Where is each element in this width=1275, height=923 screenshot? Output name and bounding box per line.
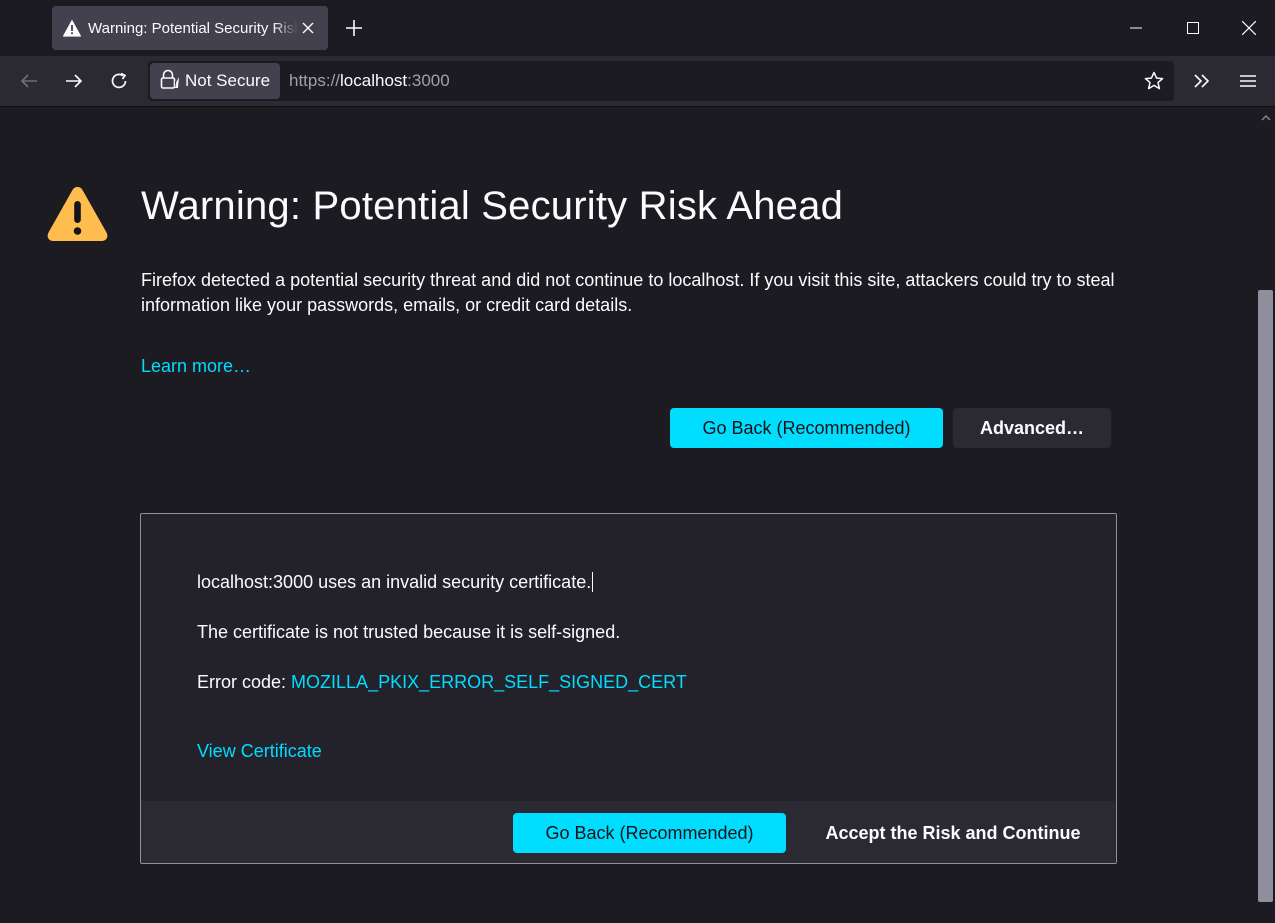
scrollbar-thumb[interactable] xyxy=(1258,290,1273,902)
url-text[interactable]: https://localhost:3000 xyxy=(289,61,450,101)
url-host: localhost xyxy=(340,71,408,90)
url-bar[interactable]: Not Secure https://localhost:3000 xyxy=(148,61,1174,101)
site-identity-button[interactable]: Not Secure xyxy=(150,63,280,99)
accept-risk-button[interactable]: Accept the Risk and Continue xyxy=(813,813,1093,853)
go-back-button[interactable]: Go Back (Recommended) xyxy=(670,408,943,448)
chevron-double-right-icon xyxy=(1194,74,1210,88)
insecure-lock-icon xyxy=(159,69,179,93)
new-tab-button[interactable] xyxy=(340,14,368,42)
text-caret xyxy=(592,572,594,592)
window-close-button[interactable] xyxy=(1231,10,1267,46)
close-icon[interactable] xyxy=(298,18,318,38)
reload-button[interactable] xyxy=(103,65,135,97)
overflow-menu-button[interactable] xyxy=(1186,65,1218,97)
tab-warning[interactable]: Warning: Potential Security Risk Ahead xyxy=(52,6,328,50)
hamburger-menu-icon xyxy=(1240,75,1256,87)
reload-icon xyxy=(111,72,127,89)
star-icon xyxy=(1144,71,1164,90)
self-signed-text: The certificate is not trusted because i… xyxy=(197,622,621,642)
app-menu-button[interactable] xyxy=(1232,65,1264,97)
arrow-right-icon xyxy=(66,74,83,88)
maximize-button[interactable] xyxy=(1175,10,1211,46)
page-title: Warning: Potential Security Risk Ahead xyxy=(141,184,844,228)
not-secure-label: Not Secure xyxy=(185,71,271,90)
minimize-icon xyxy=(1130,27,1142,29)
invalid-certificate-text: localhost:3000 uses an invalid security … xyxy=(197,572,594,593)
advanced-panel-footer: Go Back (Recommended) Accept the Risk an… xyxy=(141,801,1116,863)
learn-more-link[interactable]: Learn more… xyxy=(141,356,251,377)
advanced-panel: localhost:3000 uses an invalid security … xyxy=(140,513,1117,864)
warning-icon xyxy=(62,18,82,38)
plus-icon xyxy=(346,20,362,36)
error-code-line: Error code: MOZILLA_PKIX_ERROR_SELF_SIGN… xyxy=(197,672,687,693)
invalid-certificate-message: localhost:3000 uses an invalid security … xyxy=(197,572,592,592)
view-certificate-link[interactable]: View Certificate xyxy=(197,741,322,762)
advanced-button[interactable]: Advanced… xyxy=(953,408,1111,448)
warning-description: Firefox detected a potential security th… xyxy=(141,270,1115,315)
minimize-button[interactable] xyxy=(1118,10,1154,46)
warning-icon xyxy=(45,183,110,245)
error-code-link[interactable]: MOZILLA_PKIX_ERROR_SELF_SIGNED_CERT xyxy=(291,672,687,692)
vertical-scrollbar[interactable] xyxy=(1256,107,1275,923)
tab-strip: Warning: Potential Security Risk Ahead xyxy=(0,0,1275,56)
forward-button[interactable] xyxy=(58,65,90,97)
url-port: :3000 xyxy=(407,71,450,90)
url-scheme: https:// xyxy=(289,71,341,90)
go-back-button-secondary[interactable]: Go Back (Recommended) xyxy=(513,813,786,853)
maximize-icon xyxy=(1187,22,1199,34)
tab-title: Warning: Potential Security Risk Ahead xyxy=(88,19,298,37)
error-code-label: Error code: xyxy=(197,672,292,692)
bookmark-star-button[interactable] xyxy=(1140,67,1168,95)
back-button[interactable] xyxy=(13,65,45,97)
scroll-up-arrow-icon[interactable] xyxy=(1256,111,1275,125)
close-icon xyxy=(1242,21,1256,35)
arrow-left-icon xyxy=(20,74,37,88)
navigation-bar: Not Secure https://localhost:3000 xyxy=(0,56,1275,107)
